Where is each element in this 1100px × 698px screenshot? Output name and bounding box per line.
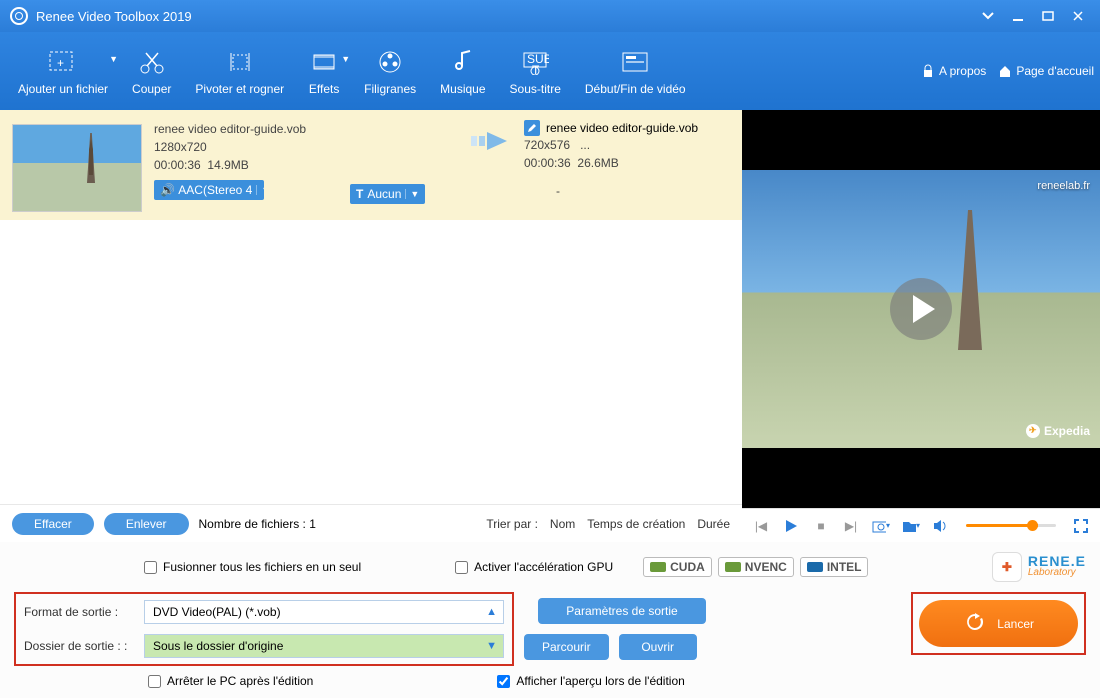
add-file-button[interactable]: + ▼Ajouter un fichier [6,40,120,102]
audio-track-dropdown[interactable]: 🔊 AAC(Stereo 4▼ [154,180,264,200]
app-logo-icon [10,7,28,25]
cuda-badge: CUDA [643,557,712,577]
source-resolution: 1280x720 [154,138,344,156]
maximize-button[interactable] [1036,4,1060,28]
watermark-button[interactable]: Filigranes [352,40,428,102]
file-count: Nombre de fichiers : 1 [199,517,316,531]
refresh-icon [963,610,987,637]
sort-created[interactable]: Temps de création [587,517,685,531]
brand-logo: ✚ RENE.ELaboratory [992,552,1086,582]
edit-icon[interactable] [524,120,540,136]
output-params-button[interactable]: Paramètres de sortie [538,598,706,624]
dest-resolution: 720x576 ... [524,136,730,154]
source-duration-size: 00:00:36 14.9MB [154,156,344,174]
sort-duration[interactable]: Durée [697,517,730,531]
file-row[interactable]: renee video editor-guide.vob 1280x720 00… [0,110,742,220]
subtitle-dropdown[interactable]: TAucun▼ [350,184,425,204]
brand-overlay: Expedia [1026,424,1090,438]
merge-checkbox[interactable]: Fusionner tous les fichiers en un seul [144,560,361,574]
filmstrip-icon [308,46,340,78]
start-end-button[interactable]: Début/Fin de vidéo [573,40,698,102]
next-button[interactable]: ▶| [842,517,860,535]
card-icon [619,46,651,78]
svg-text:T: T [532,63,540,75]
reel-icon [374,46,406,78]
source-thumbnail [12,124,142,212]
add-file-icon: + [47,46,79,78]
open-folder-button[interactable]: ▾ [902,517,920,535]
folder-label: Dossier de sortie : : [24,639,144,653]
menu-dropdown-icon[interactable] [976,4,1000,28]
output-settings-box: Format de sortie : DVD Video(PAL) (*.vob… [14,592,514,666]
list-footer: Effacer Enlever Nombre de fichiers : 1 T… [0,504,742,542]
stop-button[interactable]: ■ [812,517,830,535]
scissors-icon [136,46,168,78]
remove-button[interactable]: Enlever [104,513,189,535]
shutdown-checkbox[interactable]: Arrêter le PC après l'édition [148,674,313,688]
cut-button[interactable]: Couper [120,40,183,102]
home-link[interactable]: Page d'accueil [998,64,1094,78]
launch-box: Lancer [911,592,1086,655]
preview-checkbox[interactable]: Afficher l'aperçu lors de l'édition [497,674,684,688]
launch-button[interactable]: Lancer [919,600,1078,647]
format-combo[interactable]: DVD Video(PAL) (*.vob)▲ [144,600,504,624]
source-filename: renee video editor-guide.vob [154,120,344,138]
bottom-panel: Fusionner tous les fichiers en un seul A… [0,542,1100,698]
snapshot-button[interactable]: ▾ [872,517,890,535]
minimize-button[interactable] [1006,4,1030,28]
open-button[interactable]: Ouvrir [619,634,697,660]
dest-filename: renee video editor-guide.vob [546,121,698,135]
clear-button[interactable]: Effacer [12,513,94,535]
dest-duration-size: 00:00:36 26.6MB [524,154,730,172]
player-controls: |◀ ■ ▶| ▾ ▾ [742,508,1100,542]
rotate-crop-button[interactable]: Pivoter et rogner [183,40,296,102]
volume-icon[interactable] [932,517,950,535]
sort-by-label: Trier par : [486,517,538,531]
subtitle-button[interactable]: SUBT Sous-titre [498,40,573,102]
play-overlay-button[interactable] [890,278,952,340]
convert-arrow-icon [464,120,524,154]
svg-text:+: + [57,56,64,70]
crop-icon [224,46,256,78]
volume-slider[interactable] [966,524,1056,527]
play-button[interactable] [782,517,800,535]
home-icon [998,64,1012,78]
intel-badge: INTEL [800,557,869,577]
subtitle-icon: SUBT [519,46,551,78]
lock-icon [921,64,935,78]
app-title: Renee Video Toolbox 2019 [36,9,970,24]
nvenc-badge: NVENC [718,557,794,577]
close-button[interactable] [1066,4,1090,28]
video-preview: reneelab.fr Expedia [742,170,1100,448]
fullscreen-button[interactable] [1072,517,1090,535]
watermark-text: reneelab.fr [1037,180,1090,192]
effects-button[interactable]: ▼Effets [296,40,352,102]
about-link[interactable]: A propos [921,64,986,78]
format-label: Format de sortie : [24,605,144,619]
sort-name[interactable]: Nom [550,517,575,531]
gpu-checkbox[interactable]: Activer l'accélération GPU [455,560,613,574]
music-button[interactable]: Musique [428,40,497,102]
music-note-icon [447,46,479,78]
toolbar: + ▼Ajouter un fichier Couper Pivoter et … [0,32,1100,110]
dest-dash: - [524,182,730,200]
titlebar: Renee Video Toolbox 2019 [0,0,1100,32]
folder-combo[interactable]: Sous le dossier d'origine▼ [144,634,504,658]
prev-button[interactable]: |◀ [752,517,770,535]
browse-button[interactable]: Parcourir [524,634,609,660]
